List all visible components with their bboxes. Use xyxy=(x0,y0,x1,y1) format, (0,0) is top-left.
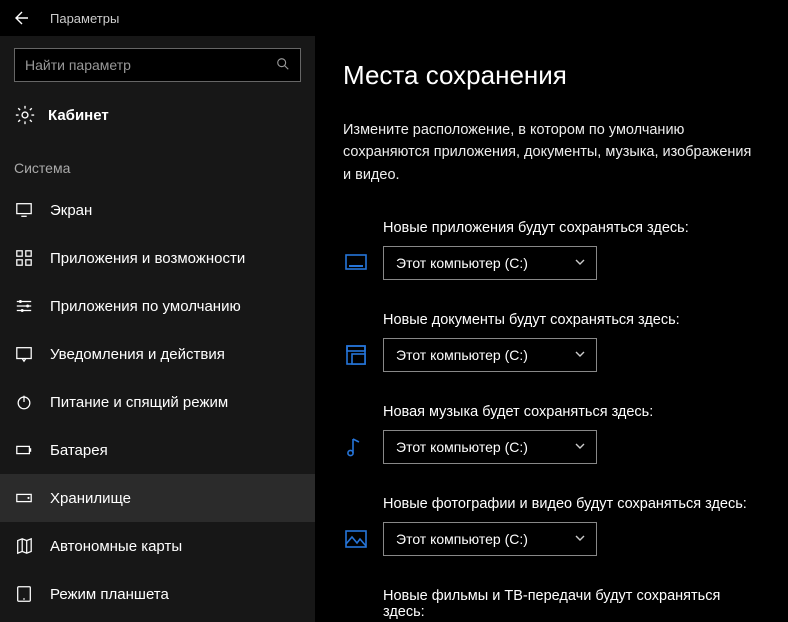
search-input[interactable]: Найти параметр xyxy=(14,48,301,82)
sidebar-item-tablet[interactable]: Режим планшета xyxy=(0,570,315,618)
group-label: Новые документы будут сохраняться здесь: xyxy=(343,312,760,328)
sidebar-item-defaults[interactable]: Приложения по умолчанию xyxy=(0,282,315,330)
storage-icon xyxy=(14,488,34,508)
chevron-down-icon xyxy=(574,531,586,547)
location-dropdown[interactable]: Этот компьютер (C:) xyxy=(383,522,597,556)
tablet-icon xyxy=(14,584,34,604)
doc-icon xyxy=(343,342,369,368)
sidebar-item-notify[interactable]: Уведомления и действия xyxy=(0,330,315,378)
dropdown-value: Этот компьютер (C:) xyxy=(396,347,528,363)
dropdown-value: Этот компьютер (C:) xyxy=(396,255,528,271)
group-label: Новые фильмы и ТВ-передачи будут сохраня… xyxy=(343,588,760,620)
notify-icon xyxy=(14,344,34,364)
sidebar-item-label: Приложения по умолчанию xyxy=(50,298,241,315)
sidebar-item-power[interactable]: Питание и спящий режим xyxy=(0,378,315,426)
power-icon xyxy=(14,392,34,412)
dropdown-value: Этот компьютер (C:) xyxy=(396,439,528,455)
dropdown-value: Этот компьютер (C:) xyxy=(396,531,528,547)
sidebar-item-label: Хранилище xyxy=(50,490,131,507)
location-dropdown[interactable]: Этот компьютер (C:) xyxy=(383,246,597,280)
sidebar-item-apps[interactable]: Приложения и возможности xyxy=(0,234,315,282)
save-location-group: Новая музыка будет сохраняться здесь: Это… xyxy=(343,404,760,464)
cabinet-label: Кабинет xyxy=(48,107,109,124)
window-title: Параметры xyxy=(50,11,119,26)
photo-icon xyxy=(343,526,369,552)
cabinet-row[interactable]: Кабинет xyxy=(0,96,315,142)
sidebar-item-storage[interactable]: Хранилище xyxy=(0,474,315,522)
chevron-down-icon xyxy=(574,347,586,363)
chevron-down-icon xyxy=(574,439,586,455)
content: Места сохранения Измените расположение, … xyxy=(315,36,788,622)
save-location-group: Новые фотографии и видео будут сохранять… xyxy=(343,496,760,556)
sidebar-item-label: Режим планшета xyxy=(50,586,169,603)
music-icon xyxy=(343,434,369,460)
sidebar-item-maps[interactable]: Автономные карты xyxy=(0,522,315,570)
page-heading: Места сохранения xyxy=(343,60,760,91)
location-dropdown[interactable]: Этот компьютер (C:) xyxy=(383,430,597,464)
sidebar-item-battery[interactable]: Батарея xyxy=(0,426,315,474)
search-icon xyxy=(276,57,290,74)
sidebar-item-label: Автономные карты xyxy=(50,538,182,555)
app-icon xyxy=(343,250,369,276)
group-label: Новые фотографии и видео будут сохранять… xyxy=(343,496,760,512)
sidebar-item-display[interactable]: Экран xyxy=(0,186,315,234)
sidebar-item-label: Приложения и возможности xyxy=(50,250,245,267)
sidebar-item-label: Питание и спящий режим xyxy=(50,394,228,411)
nav-list: Экран Приложения и возможности Приложения … xyxy=(0,186,315,618)
battery-icon xyxy=(14,440,34,460)
group-label: Новая музыка будет сохраняться здесь: xyxy=(343,404,760,420)
group-label: Новые приложения будут сохраняться здесь… xyxy=(343,220,760,236)
gear-icon xyxy=(14,104,36,126)
save-location-group: Новые фильмы и ТВ-передачи будут сохраня… xyxy=(343,588,760,622)
back-arrow-icon xyxy=(12,10,28,26)
page-intro: Измените расположение, в котором по умол… xyxy=(343,119,760,186)
sidebar-item-label: Экран xyxy=(50,202,92,219)
section-title: Система xyxy=(0,142,315,186)
titlebar: Параметры xyxy=(0,0,788,36)
sidebar: Найти параметр Кабинет Система Экран Прил… xyxy=(0,36,315,622)
save-location-group: Новые приложения будут сохраняться здесь… xyxy=(343,220,760,280)
defaults-icon xyxy=(14,296,34,316)
display-icon xyxy=(14,200,34,220)
chevron-down-icon xyxy=(574,255,586,271)
apps-icon xyxy=(14,248,34,268)
sidebar-item-label: Батарея xyxy=(50,442,108,459)
sidebar-item-label: Уведомления и действия xyxy=(50,346,225,363)
save-location-group: Новые документы будут сохраняться здесь:… xyxy=(343,312,760,372)
back-button[interactable] xyxy=(8,6,32,30)
search-placeholder: Найти параметр xyxy=(25,57,131,73)
location-dropdown[interactable]: Этот компьютер (C:) xyxy=(383,338,597,372)
maps-icon xyxy=(14,536,34,556)
